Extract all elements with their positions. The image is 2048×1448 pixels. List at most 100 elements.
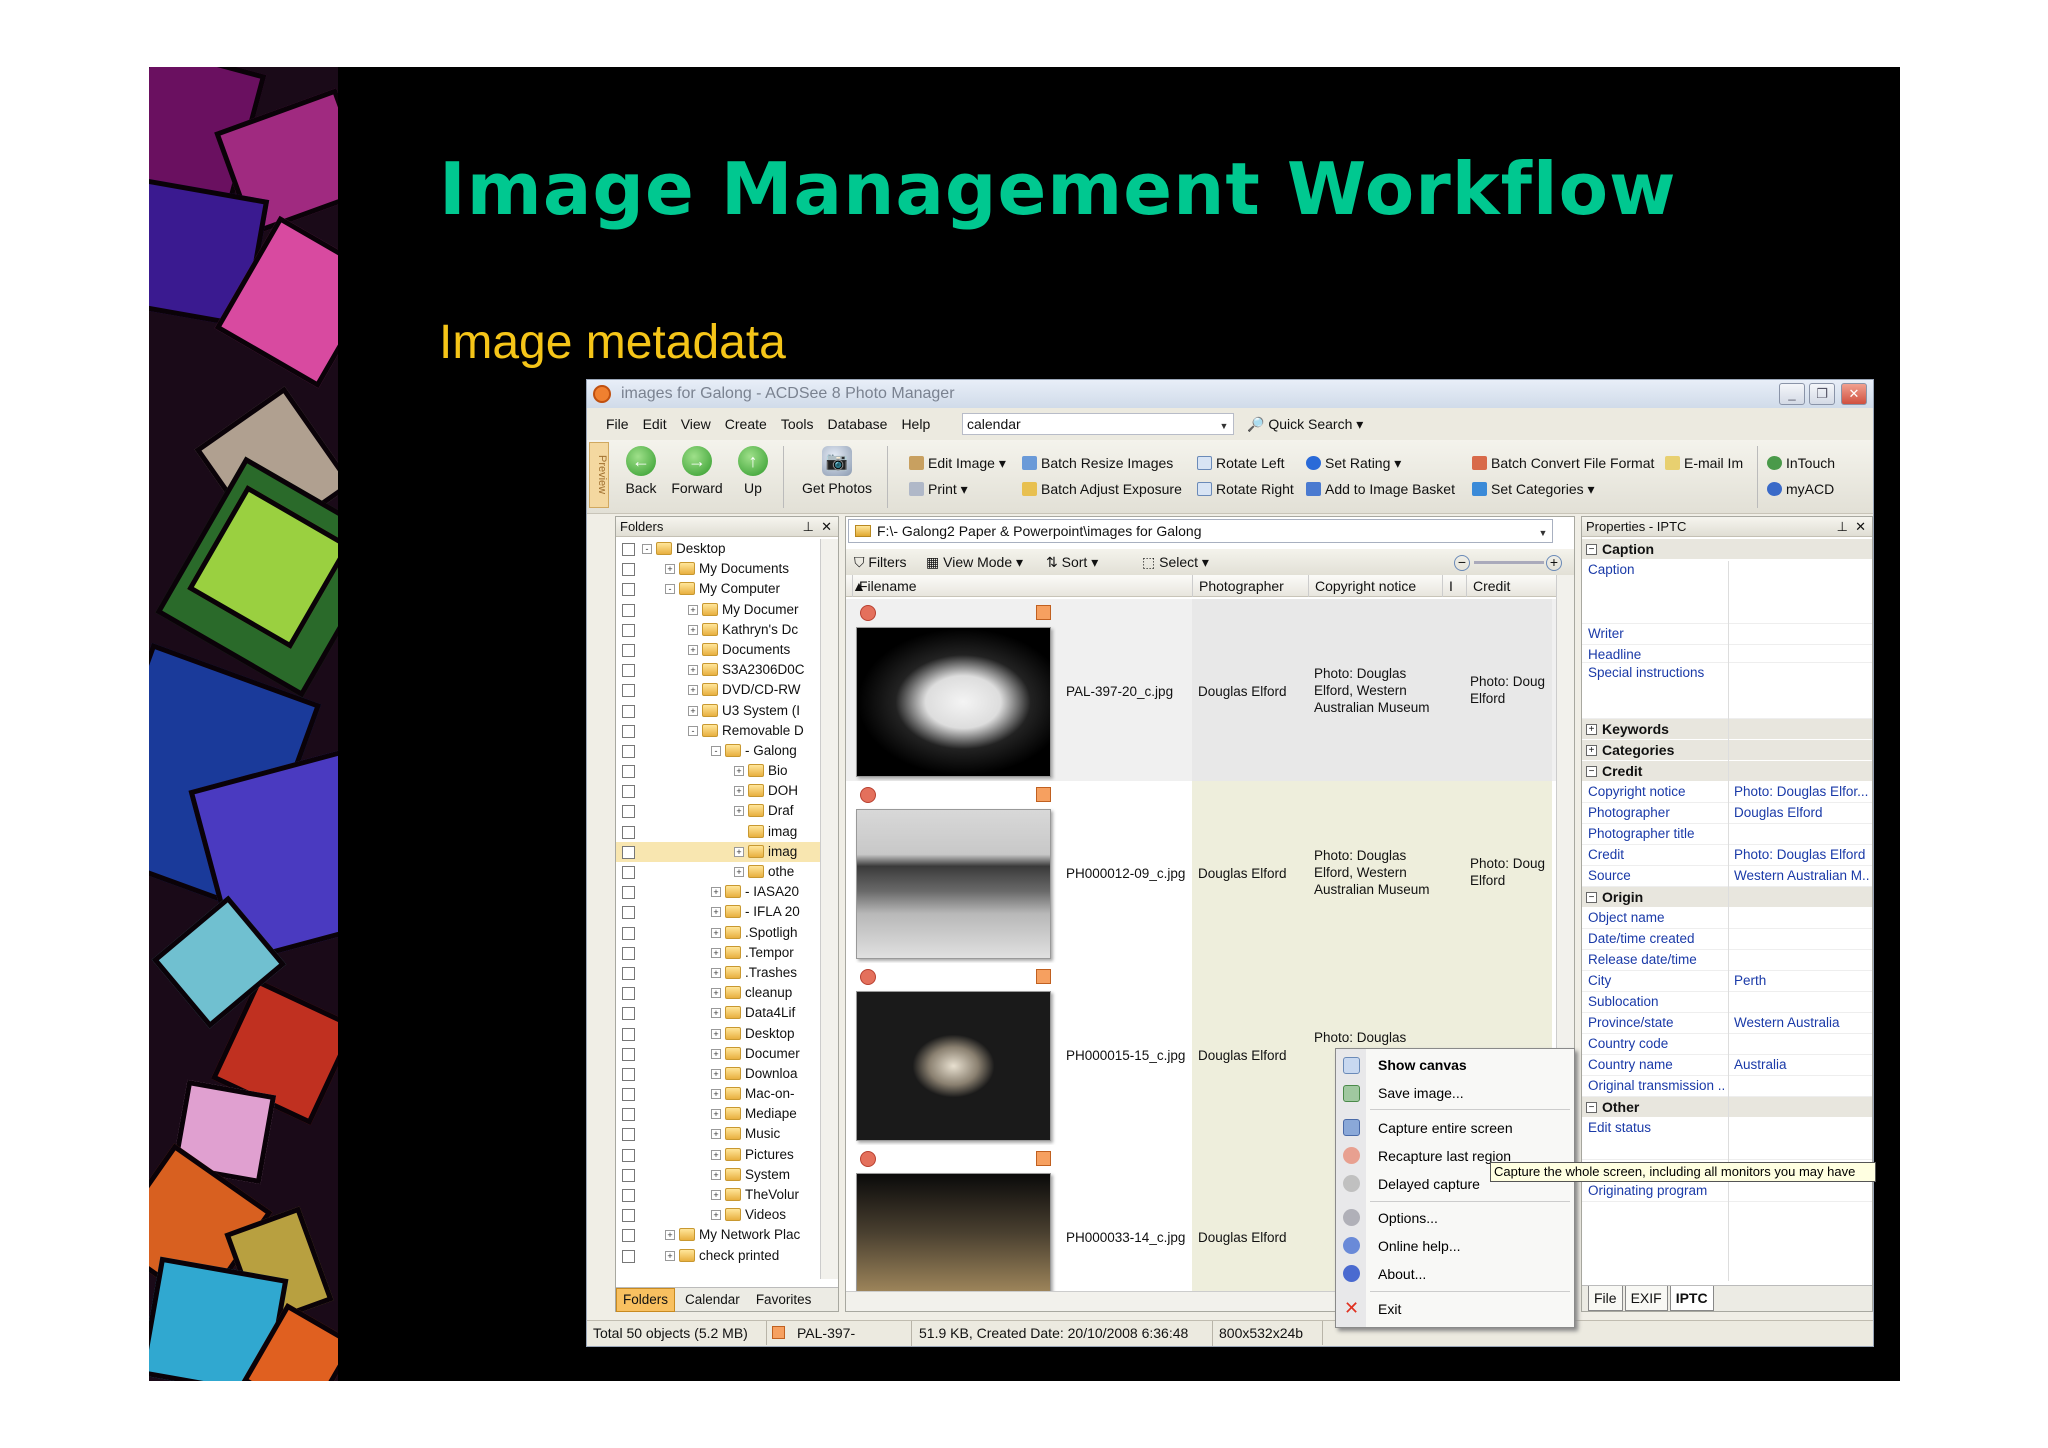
expand-icon[interactable]: +	[688, 604, 698, 615]
checkbox[interactable]	[622, 825, 635, 839]
view-mode-button[interactable]: ▦ View Mode ▾	[926, 549, 1023, 575]
sort-button[interactable]: ⇅ Sort ▾	[1046, 549, 1098, 575]
checkbox[interactable]	[622, 1108, 635, 1122]
folder-tree-item[interactable]: - - Galong	[616, 741, 820, 761]
checkbox[interactable]	[622, 724, 635, 738]
checkbox[interactable]	[622, 765, 635, 779]
expand-icon[interactable]: +	[688, 624, 698, 635]
folder-tree-item[interactable]: + Bio	[616, 761, 820, 781]
col-credit[interactable]: Credit	[1466, 575, 1536, 597]
expand-icon[interactable]: +	[734, 846, 744, 857]
folder-tree-item[interactable]: + Videos	[616, 1205, 820, 1225]
expand-icon[interactable]: +	[734, 867, 744, 877]
menu-about[interactable]: About...	[1378, 1266, 1426, 1282]
checkbox[interactable]	[622, 1128, 635, 1142]
preview-tab[interactable]: Preview	[589, 442, 609, 508]
menu-delayed-capture[interactable]: Delayed capture	[1378, 1176, 1480, 1192]
zoom-slider[interactable]	[1474, 561, 1544, 564]
menu-file[interactable]: File	[599, 408, 636, 440]
batch-resize-button[interactable]: Batch Resize Images	[1022, 454, 1173, 472]
checkbox[interactable]	[622, 866, 635, 879]
collapse-icon[interactable]: −	[1586, 544, 1597, 555]
folder-tree-item[interactable]: + Documents	[616, 640, 820, 660]
expand-icon[interactable]: +	[711, 1109, 721, 1120]
rotate-left-button[interactable]: Rotate Left	[1197, 454, 1285, 472]
menu-save-image[interactable]: Save image...	[1378, 1085, 1464, 1101]
folder-tree-item[interactable]: + imag	[616, 841, 820, 862]
folder-tree-item[interactable]: + Mediape	[616, 1104, 820, 1124]
expand-icon[interactable]: +	[688, 705, 698, 716]
checkbox[interactable]	[622, 805, 635, 819]
expand-icon[interactable]: +	[665, 1250, 675, 1261]
collapse-icon[interactable]: −	[1586, 892, 1597, 903]
tab-exif[interactable]: EXIF	[1624, 1286, 1668, 1311]
expand-icon[interactable]: +	[711, 887, 721, 898]
folder-tree-item[interactable]: + .Tempor	[616, 943, 820, 963]
expand-icon[interactable]: +	[711, 1068, 721, 1079]
folder-tree-item[interactable]: + Draf	[616, 801, 820, 821]
checkbox[interactable]	[622, 1027, 635, 1041]
expand-icon[interactable]: +	[1586, 745, 1597, 756]
menu-help[interactable]: Help	[894, 408, 937, 440]
checkbox[interactable]	[622, 664, 635, 678]
file-row[interactable]: PAL-397-20_c.jpg Douglas Elford Photo: Dou…	[846, 599, 1556, 781]
checkbox[interactable]	[622, 1007, 635, 1021]
select-button[interactable]: ⬚ Select ▾	[1142, 549, 1209, 575]
folder-tree-item[interactable]: + DOH	[616, 781, 820, 801]
collapse-icon[interactable]: −	[1586, 766, 1597, 777]
chevron-down-icon[interactable]: ▼	[1536, 522, 1550, 538]
close-button[interactable]: ✕	[1841, 383, 1867, 405]
expand-icon[interactable]: +	[688, 685, 698, 696]
batch-convert-button[interactable]: Batch Convert File Format	[1472, 454, 1654, 472]
folder-tree-item[interactable]: + DVD/CD-RW	[616, 680, 820, 700]
checkbox[interactable]	[622, 946, 635, 960]
email-button[interactable]: E-mail Im	[1665, 454, 1743, 472]
checkbox[interactable]	[622, 1189, 635, 1202]
col-photographer[interactable]: Photographer	[1192, 575, 1302, 597]
file-row[interactable]: PH000012-09_c.jpg Douglas Elford Photo: Do…	[846, 781, 1556, 963]
back-button[interactable]: ← Back	[615, 446, 667, 496]
expand-icon[interactable]: +	[711, 927, 721, 938]
col-i[interactable]: I	[1442, 575, 1462, 597]
folder-tree-item[interactable]: + Mac-on-	[616, 1084, 820, 1104]
folder-tree-item[interactable]: + Documer	[616, 1044, 820, 1064]
folder-tree-item[interactable]: + System	[616, 1165, 820, 1185]
expand-icon[interactable]: +	[734, 786, 744, 797]
collapse-icon[interactable]: −	[1586, 1102, 1597, 1113]
expand-icon[interactable]: +	[665, 564, 675, 575]
expand-icon[interactable]: +	[734, 766, 744, 777]
checkbox[interactable]	[622, 926, 635, 940]
folder-tree-item[interactable]: + othe	[616, 862, 820, 882]
filters-button[interactable]: ⛉ Filters	[854, 549, 907, 575]
folder-tree-item[interactable]: + Music	[616, 1124, 820, 1144]
get-photos-button[interactable]: 📷 Get Photos	[791, 446, 883, 496]
folder-tree-item[interactable]: + - IFLA 20	[616, 902, 820, 922]
checkbox[interactable]	[622, 684, 635, 698]
collapse-icon[interactable]: -	[688, 725, 698, 736]
tag-icon[interactable]	[860, 605, 876, 621]
expand-icon[interactable]: +	[711, 1048, 721, 1059]
tab-calendar[interactable]: Calendar	[679, 1289, 746, 1311]
col-filename[interactable]: Filename ▲	[846, 575, 1186, 597]
expand-icon[interactable]: +	[711, 988, 721, 999]
tag-icon[interactable]	[860, 787, 876, 803]
checkbox[interactable]	[622, 744, 635, 758]
menu-create[interactable]: Create	[718, 408, 774, 440]
myacd-button[interactable]: myACD	[1767, 480, 1834, 498]
checkbox[interactable]	[622, 704, 635, 718]
thumbnail-image[interactable]	[856, 627, 1051, 777]
tab-file[interactable]: File	[1588, 1286, 1623, 1311]
tab-favorites[interactable]: Favorites	[750, 1289, 818, 1311]
tag-icon[interactable]	[860, 969, 876, 985]
checkbox[interactable]	[622, 563, 635, 577]
expand-icon[interactable]: +	[711, 967, 721, 978]
group-caption[interactable]: − Caption	[1582, 539, 1872, 559]
collapse-icon[interactable]: -	[665, 584, 675, 595]
tab-iptc[interactable]: IPTC	[1669, 1286, 1714, 1311]
checkbox[interactable]	[622, 966, 635, 980]
path-bar[interactable]: F:\- Galong2 Paper & Powerpoint\images f…	[848, 519, 1553, 543]
menu-exit[interactable]: Exit	[1378, 1301, 1401, 1317]
expand-icon[interactable]: +	[711, 1149, 721, 1160]
folder-tree-item[interactable]: + check printed	[616, 1246, 820, 1266]
checkbox[interactable]	[622, 1168, 635, 1182]
